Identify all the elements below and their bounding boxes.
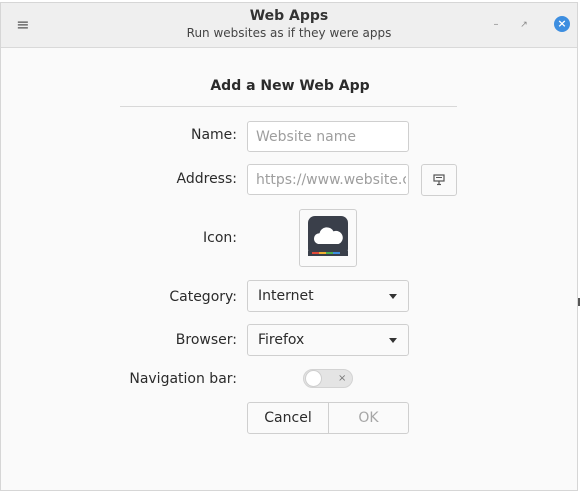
toggle-knob: [305, 370, 322, 387]
download-favicon-icon: [433, 171, 445, 190]
category-selected: Internet: [258, 288, 314, 304]
address-input[interactable]: [247, 164, 409, 195]
browser-label: Browser:: [175, 332, 237, 348]
category-dropdown[interactable]: Internet: [247, 280, 409, 312]
browser-dropdown[interactable]: Firefox: [247, 324, 409, 356]
cancel-button[interactable]: Cancel: [247, 402, 329, 434]
navigation-bar-label: Navigation bar:: [129, 371, 237, 387]
category-label: Category:: [169, 289, 237, 305]
browser-selected: Firefox: [258, 332, 305, 348]
divider: [120, 106, 457, 107]
name-input[interactable]: [247, 121, 409, 152]
icon-chooser-button[interactable]: [299, 209, 357, 267]
chevron-down-icon: [389, 338, 397, 343]
name-label: Name:: [190, 127, 237, 143]
navigation-bar-toggle[interactable]: ×: [303, 369, 353, 388]
minimize-icon[interactable]: –: [488, 17, 504, 33]
chevron-down-icon: [389, 294, 397, 299]
titlebar: ≡ Web Apps Run websites as if they were …: [1, 3, 577, 48]
page-title: Add a New Web App: [210, 78, 370, 94]
download-favicon-button[interactable]: [421, 164, 457, 196]
cloud-app-icon: [307, 215, 349, 261]
ok-button[interactable]: OK: [328, 402, 409, 434]
maximize-icon[interactable]: ↗: [516, 17, 532, 33]
toggle-off-icon: ×: [338, 373, 347, 384]
close-icon[interactable]: ×: [554, 16, 570, 32]
icon-label: Icon:: [203, 230, 237, 246]
address-label: Address:: [176, 171, 237, 187]
